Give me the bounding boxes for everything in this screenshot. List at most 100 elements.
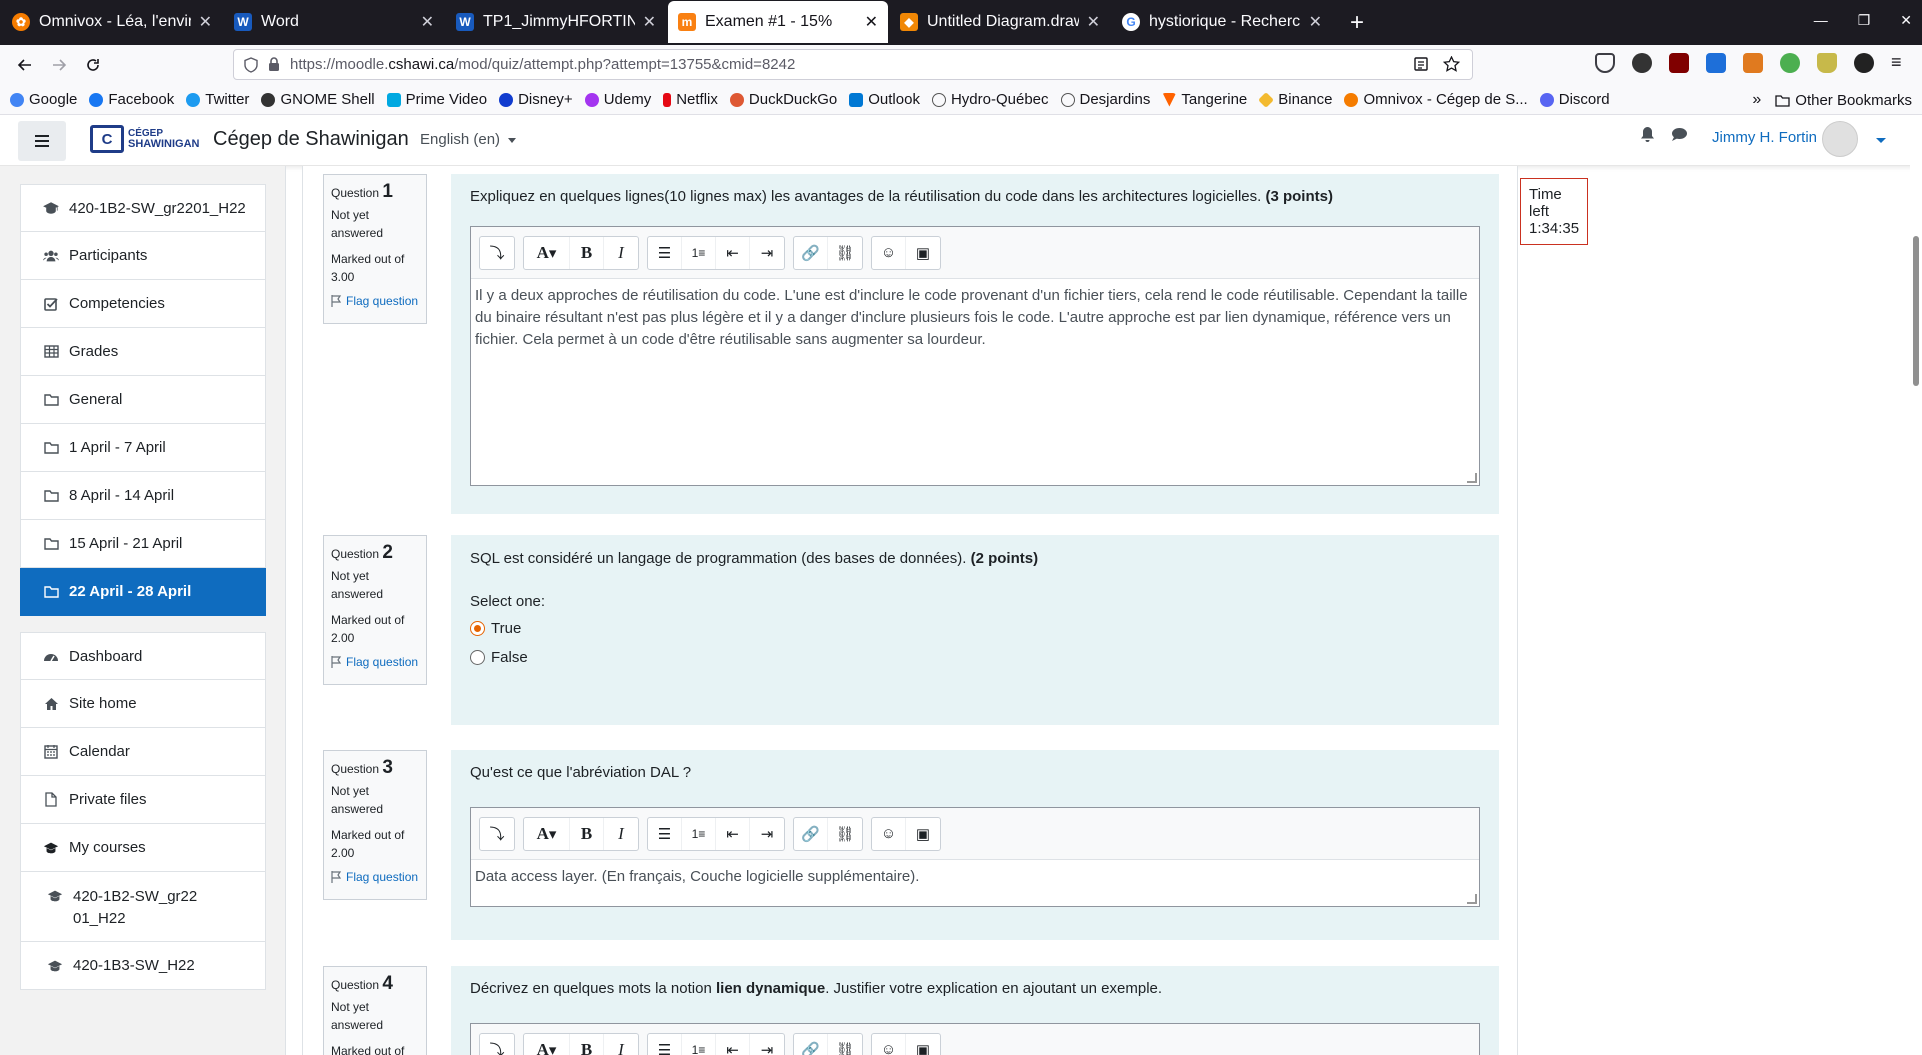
outdent-icon[interactable]: ⇤ [716, 1033, 750, 1055]
bookmark-udemy[interactable]: Udemy [584, 91, 651, 108]
bookmark-omnivox[interactable]: Omnivox - Cégep de S... [1344, 91, 1528, 108]
bookmark-desjardins[interactable]: Desjardins [1060, 91, 1150, 108]
drawer-toggle-button[interactable] [18, 121, 66, 161]
radio-unchecked-icon[interactable] [470, 650, 485, 665]
close-icon[interactable]: ✕ [1309, 12, 1322, 32]
site-name[interactable]: Cégep de Shawinigan [213, 128, 409, 151]
italic-icon[interactable]: I [604, 237, 638, 269]
resize-handle-icon[interactable] [1467, 473, 1477, 483]
reload-icon[interactable] [76, 57, 110, 73]
ublock-icon[interactable] [1669, 53, 1689, 73]
nav-course-link[interactable]: 420-1B2-SW_gr2201_H22 [20, 872, 266, 942]
close-icon[interactable]: ✕ [643, 12, 656, 32]
answer-textarea[interactable]: Il y a deux approches de réutilisation d… [471, 279, 1479, 357]
ordered-list-icon[interactable]: 1≡ [682, 236, 716, 269]
unlink-icon[interactable]: ⛓ [828, 237, 862, 269]
extension-puzzle-icon[interactable] [1854, 53, 1874, 73]
lock-icon[interactable] [268, 57, 280, 72]
bookmark-discord[interactable]: Discord [1539, 91, 1610, 108]
bookmark-prime-video[interactable]: Prime Video [386, 91, 487, 108]
bookmark-gnome-shell[interactable]: GNOME Shell [261, 91, 375, 108]
font-style-icon[interactable]: A ▾ [524, 817, 570, 850]
nav-section-week[interactable]: 15 April - 21 April [20, 520, 266, 568]
minimize-icon[interactable]: — [1814, 12, 1828, 29]
nav-grades[interactable]: Grades [20, 328, 266, 376]
nav-course-home[interactable]: 420-1B2-SW_gr2201_H22 [20, 184, 266, 232]
radio-option-false[interactable]: False [470, 649, 545, 666]
outdent-icon[interactable]: ⇤ [716, 236, 750, 269]
link-icon[interactable]: 🔗 [794, 817, 828, 850]
nav-calendar[interactable]: Calendar [20, 728, 266, 776]
user-menu-caret-icon[interactable] [1876, 138, 1886, 143]
language-menu[interactable]: English (en) [420, 131, 517, 148]
answer-textarea[interactable]: Data access layer. (En français, Couche … [471, 860, 1479, 894]
nav-dashboard[interactable]: Dashboard [20, 632, 266, 680]
other-bookmarks[interactable]: Other Bookmarks [1775, 92, 1912, 109]
back-icon[interactable] [8, 57, 42, 73]
bookmark-disney[interactable]: Disney+ [499, 91, 573, 108]
close-icon[interactable]: ✕ [865, 12, 878, 32]
chat-icon[interactable] [1671, 127, 1688, 142]
pocket-icon[interactable] [1595, 53, 1615, 73]
flag-question-button[interactable]: Flag question [331, 292, 419, 310]
link-icon[interactable]: 🔗 [794, 1033, 828, 1055]
extension-blue-icon[interactable] [1706, 53, 1726, 73]
bookmark-netflix[interactable]: Netflix [663, 91, 718, 108]
bookmark-star-icon[interactable] [1443, 56, 1460, 72]
close-icon[interactable]: ✕ [421, 12, 434, 32]
bookmark-twitter[interactable]: Twitter [186, 91, 249, 108]
flag-question-button[interactable]: Flag question [331, 653, 419, 671]
shield-icon[interactable] [244, 56, 258, 73]
indent-icon[interactable]: ⇥ [750, 237, 784, 269]
emoticon-icon[interactable]: ☺ [872, 236, 906, 269]
flag-question-button[interactable]: Flag question [331, 868, 419, 886]
bookmark-google[interactable]: Google [10, 91, 77, 108]
image-icon[interactable]: ▣ [906, 818, 940, 850]
show-more-buttons-icon[interactable]: ⤵ [480, 237, 514, 269]
emoticon-icon[interactable]: ☺ [872, 1033, 906, 1055]
unordered-list-icon[interactable]: ☰ [648, 817, 682, 850]
extension-green-icon[interactable] [1780, 53, 1800, 73]
bookmark-hydro-quebec[interactable]: Hydro-Québec [931, 91, 1049, 108]
reader-view-icon[interactable] [1413, 56, 1429, 72]
extension-orange-icon[interactable] [1743, 53, 1763, 73]
indent-icon[interactable]: ⇥ [750, 818, 784, 850]
forward-icon[interactable] [42, 57, 76, 73]
italic-icon[interactable]: I [604, 1034, 638, 1055]
bookmark-facebook[interactable]: Facebook [89, 91, 174, 108]
bookmark-duckduckgo[interactable]: DuckDuckGo [729, 91, 837, 108]
bookmark-tangerine[interactable]: Tangerine [1162, 91, 1247, 108]
nav-competencies[interactable]: Competencies [20, 280, 266, 328]
bookmark-binance[interactable]: Binance [1258, 91, 1332, 108]
bold-icon[interactable]: B [570, 236, 604, 269]
bold-icon[interactable]: B [570, 1033, 604, 1055]
nav-site-home[interactable]: Site home [20, 680, 266, 728]
resize-handle-icon[interactable] [1467, 894, 1477, 904]
outdent-icon[interactable]: ⇤ [716, 817, 750, 850]
show-more-buttons-icon[interactable]: ⤵ [480, 818, 514, 850]
menu-icon[interactable]: ≡ [1891, 53, 1911, 73]
scrollbar-thumb[interactable] [1913, 236, 1919, 386]
browser-tab-active[interactable]: m Examen #1 - 15% ✕ [668, 1, 888, 43]
bookmark-outlook[interactable]: Outlook [849, 91, 920, 108]
image-icon[interactable]: ▣ [906, 1034, 940, 1055]
unlink-icon[interactable]: ⛓ [828, 818, 862, 850]
emoticon-icon[interactable]: ☺ [872, 817, 906, 850]
font-style-icon[interactable]: A ▾ [524, 1033, 570, 1055]
browser-tab[interactable]: ✿ Omnivox - Léa, l'environn ✕ [2, 1, 222, 43]
radio-option-true[interactable]: True [470, 620, 545, 637]
avatar[interactable] [1822, 121, 1858, 157]
image-icon[interactable]: ▣ [906, 237, 940, 269]
nav-my-courses[interactable]: My courses [20, 824, 266, 872]
font-style-icon[interactable]: A ▾ [524, 236, 570, 269]
unlink-icon[interactable]: ⛓ [828, 1034, 862, 1055]
unordered-list-icon[interactable]: ☰ [648, 236, 682, 269]
nav-section-week-active[interactable]: 22 April - 28 April [20, 568, 266, 616]
browser-tab[interactable]: ◆ Untitled Diagram.drawio ✕ [890, 1, 1110, 43]
extension-j-icon[interactable] [1632, 53, 1652, 73]
nav-section-week[interactable]: 1 April - 7 April [20, 424, 266, 472]
nav-course-link[interactable]: 420-1B3-SW_H22 [20, 942, 266, 990]
radio-checked-icon[interactable] [470, 621, 485, 636]
ordered-list-icon[interactable]: 1≡ [682, 1033, 716, 1055]
ordered-list-icon[interactable]: 1≡ [682, 817, 716, 850]
